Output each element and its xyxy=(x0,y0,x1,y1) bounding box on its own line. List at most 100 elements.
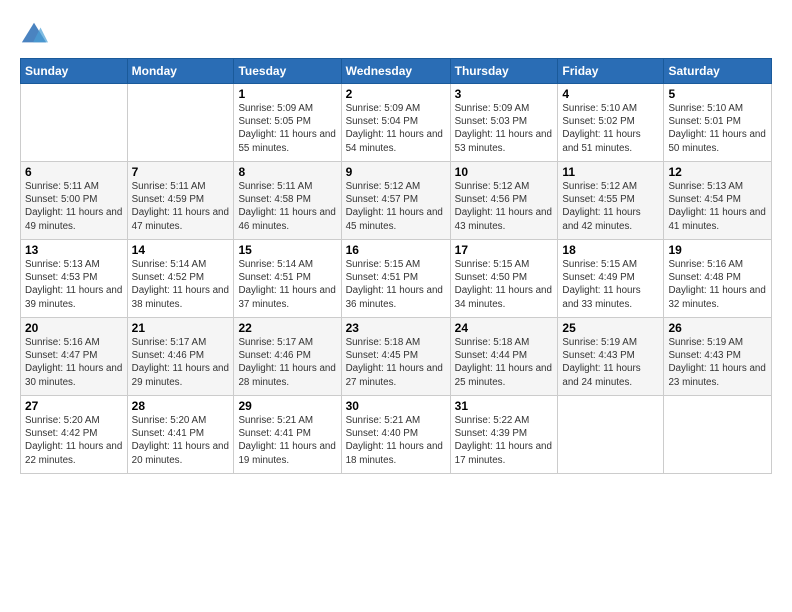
calendar-cell: 16Sunrise: 5:15 AMSunset: 4:51 PMDayligh… xyxy=(341,240,450,318)
day-info: Sunrise: 5:09 AMSunset: 5:05 PMDaylight:… xyxy=(238,102,336,155)
day-number: 29 xyxy=(238,399,336,413)
calendar-week-row: 27Sunrise: 5:20 AMSunset: 4:42 PMDayligh… xyxy=(21,396,772,474)
calendar-week-row: 1Sunrise: 5:09 AMSunset: 5:05 PMDaylight… xyxy=(21,84,772,162)
calendar-cell xyxy=(127,84,234,162)
calendar-week-row: 6Sunrise: 5:11 AMSunset: 5:00 PMDaylight… xyxy=(21,162,772,240)
calendar-cell: 10Sunrise: 5:12 AMSunset: 4:56 PMDayligh… xyxy=(450,162,558,240)
day-number: 5 xyxy=(668,87,767,101)
calendar-cell: 27Sunrise: 5:20 AMSunset: 4:42 PMDayligh… xyxy=(21,396,128,474)
calendar-cell: 7Sunrise: 5:11 AMSunset: 4:59 PMDaylight… xyxy=(127,162,234,240)
calendar-cell: 14Sunrise: 5:14 AMSunset: 4:52 PMDayligh… xyxy=(127,240,234,318)
calendar-week-row: 20Sunrise: 5:16 AMSunset: 4:47 PMDayligh… xyxy=(21,318,772,396)
day-info: Sunrise: 5:12 AMSunset: 4:57 PMDaylight:… xyxy=(346,180,446,233)
day-number: 10 xyxy=(455,165,554,179)
day-info: Sunrise: 5:15 AMSunset: 4:51 PMDaylight:… xyxy=(346,258,446,311)
day-number: 30 xyxy=(346,399,446,413)
calendar-cell: 19Sunrise: 5:16 AMSunset: 4:48 PMDayligh… xyxy=(664,240,772,318)
day-info: Sunrise: 5:22 AMSunset: 4:39 PMDaylight:… xyxy=(455,414,554,467)
calendar-cell xyxy=(664,396,772,474)
weekday-header: Saturday xyxy=(664,59,772,84)
day-info: Sunrise: 5:14 AMSunset: 4:51 PMDaylight:… xyxy=(238,258,336,311)
day-info: Sunrise: 5:09 AMSunset: 5:03 PMDaylight:… xyxy=(455,102,554,155)
day-number: 22 xyxy=(238,321,336,335)
calendar-cell: 17Sunrise: 5:15 AMSunset: 4:50 PMDayligh… xyxy=(450,240,558,318)
calendar-cell: 22Sunrise: 5:17 AMSunset: 4:46 PMDayligh… xyxy=(234,318,341,396)
weekday-header: Monday xyxy=(127,59,234,84)
calendar-cell: 28Sunrise: 5:20 AMSunset: 4:41 PMDayligh… xyxy=(127,396,234,474)
day-number: 25 xyxy=(562,321,659,335)
day-info: Sunrise: 5:17 AMSunset: 4:46 PMDaylight:… xyxy=(132,336,230,389)
day-number: 4 xyxy=(562,87,659,101)
day-info: Sunrise: 5:14 AMSunset: 4:52 PMDaylight:… xyxy=(132,258,230,311)
calendar-cell: 3Sunrise: 5:09 AMSunset: 5:03 PMDaylight… xyxy=(450,84,558,162)
header xyxy=(20,16,772,48)
day-number: 3 xyxy=(455,87,554,101)
day-info: Sunrise: 5:15 AMSunset: 4:50 PMDaylight:… xyxy=(455,258,554,311)
calendar-cell: 8Sunrise: 5:11 AMSunset: 4:58 PMDaylight… xyxy=(234,162,341,240)
day-info: Sunrise: 5:11 AMSunset: 5:00 PMDaylight:… xyxy=(25,180,123,233)
calendar-cell: 29Sunrise: 5:21 AMSunset: 4:41 PMDayligh… xyxy=(234,396,341,474)
day-number: 24 xyxy=(455,321,554,335)
day-number: 23 xyxy=(346,321,446,335)
calendar-page: SundayMondayTuesdayWednesdayThursdayFrid… xyxy=(0,0,792,612)
day-info: Sunrise: 5:10 AMSunset: 5:02 PMDaylight:… xyxy=(562,102,659,155)
day-info: Sunrise: 5:18 AMSunset: 4:45 PMDaylight:… xyxy=(346,336,446,389)
calendar-cell: 6Sunrise: 5:11 AMSunset: 5:00 PMDaylight… xyxy=(21,162,128,240)
day-number: 7 xyxy=(132,165,230,179)
day-info: Sunrise: 5:17 AMSunset: 4:46 PMDaylight:… xyxy=(238,336,336,389)
day-number: 26 xyxy=(668,321,767,335)
calendar-cell xyxy=(558,396,664,474)
day-number: 15 xyxy=(238,243,336,257)
calendar-week-row: 13Sunrise: 5:13 AMSunset: 4:53 PMDayligh… xyxy=(21,240,772,318)
day-number: 14 xyxy=(132,243,230,257)
weekday-header: Tuesday xyxy=(234,59,341,84)
day-number: 18 xyxy=(562,243,659,257)
day-number: 2 xyxy=(346,87,446,101)
day-info: Sunrise: 5:12 AMSunset: 4:55 PMDaylight:… xyxy=(562,180,659,233)
day-number: 1 xyxy=(238,87,336,101)
calendar-cell: 11Sunrise: 5:12 AMSunset: 4:55 PMDayligh… xyxy=(558,162,664,240)
day-info: Sunrise: 5:16 AMSunset: 4:48 PMDaylight:… xyxy=(668,258,767,311)
day-number: 31 xyxy=(455,399,554,413)
day-info: Sunrise: 5:10 AMSunset: 5:01 PMDaylight:… xyxy=(668,102,767,155)
day-number: 16 xyxy=(346,243,446,257)
calendar-header: SundayMondayTuesdayWednesdayThursdayFrid… xyxy=(21,59,772,84)
calendar-cell: 21Sunrise: 5:17 AMSunset: 4:46 PMDayligh… xyxy=(127,318,234,396)
calendar-cell xyxy=(21,84,128,162)
calendar-cell: 31Sunrise: 5:22 AMSunset: 4:39 PMDayligh… xyxy=(450,396,558,474)
day-info: Sunrise: 5:11 AMSunset: 4:59 PMDaylight:… xyxy=(132,180,230,233)
calendar-cell: 15Sunrise: 5:14 AMSunset: 4:51 PMDayligh… xyxy=(234,240,341,318)
day-number: 6 xyxy=(25,165,123,179)
day-info: Sunrise: 5:09 AMSunset: 5:04 PMDaylight:… xyxy=(346,102,446,155)
day-number: 12 xyxy=(668,165,767,179)
day-info: Sunrise: 5:12 AMSunset: 4:56 PMDaylight:… xyxy=(455,180,554,233)
day-info: Sunrise: 5:19 AMSunset: 4:43 PMDaylight:… xyxy=(562,336,659,389)
day-number: 19 xyxy=(668,243,767,257)
calendar-table: SundayMondayTuesdayWednesdayThursdayFrid… xyxy=(20,58,772,474)
calendar-cell: 30Sunrise: 5:21 AMSunset: 4:40 PMDayligh… xyxy=(341,396,450,474)
calendar-cell: 1Sunrise: 5:09 AMSunset: 5:05 PMDaylight… xyxy=(234,84,341,162)
weekday-row: SundayMondayTuesdayWednesdayThursdayFrid… xyxy=(21,59,772,84)
calendar-cell: 20Sunrise: 5:16 AMSunset: 4:47 PMDayligh… xyxy=(21,318,128,396)
calendar-cell: 4Sunrise: 5:10 AMSunset: 5:02 PMDaylight… xyxy=(558,84,664,162)
day-info: Sunrise: 5:18 AMSunset: 4:44 PMDaylight:… xyxy=(455,336,554,389)
day-number: 27 xyxy=(25,399,123,413)
weekday-header: Thursday xyxy=(450,59,558,84)
day-number: 13 xyxy=(25,243,123,257)
day-info: Sunrise: 5:19 AMSunset: 4:43 PMDaylight:… xyxy=(668,336,767,389)
day-info: Sunrise: 5:13 AMSunset: 4:53 PMDaylight:… xyxy=(25,258,123,311)
calendar-cell: 18Sunrise: 5:15 AMSunset: 4:49 PMDayligh… xyxy=(558,240,664,318)
calendar-body: 1Sunrise: 5:09 AMSunset: 5:05 PMDaylight… xyxy=(21,84,772,474)
calendar-cell: 2Sunrise: 5:09 AMSunset: 5:04 PMDaylight… xyxy=(341,84,450,162)
calendar-cell: 23Sunrise: 5:18 AMSunset: 4:45 PMDayligh… xyxy=(341,318,450,396)
day-number: 8 xyxy=(238,165,336,179)
calendar-cell: 13Sunrise: 5:13 AMSunset: 4:53 PMDayligh… xyxy=(21,240,128,318)
day-number: 11 xyxy=(562,165,659,179)
day-info: Sunrise: 5:13 AMSunset: 4:54 PMDaylight:… xyxy=(668,180,767,233)
day-number: 21 xyxy=(132,321,230,335)
logo xyxy=(20,20,52,48)
day-info: Sunrise: 5:20 AMSunset: 4:42 PMDaylight:… xyxy=(25,414,123,467)
day-info: Sunrise: 5:21 AMSunset: 4:41 PMDaylight:… xyxy=(238,414,336,467)
calendar-cell: 25Sunrise: 5:19 AMSunset: 4:43 PMDayligh… xyxy=(558,318,664,396)
calendar-cell: 26Sunrise: 5:19 AMSunset: 4:43 PMDayligh… xyxy=(664,318,772,396)
